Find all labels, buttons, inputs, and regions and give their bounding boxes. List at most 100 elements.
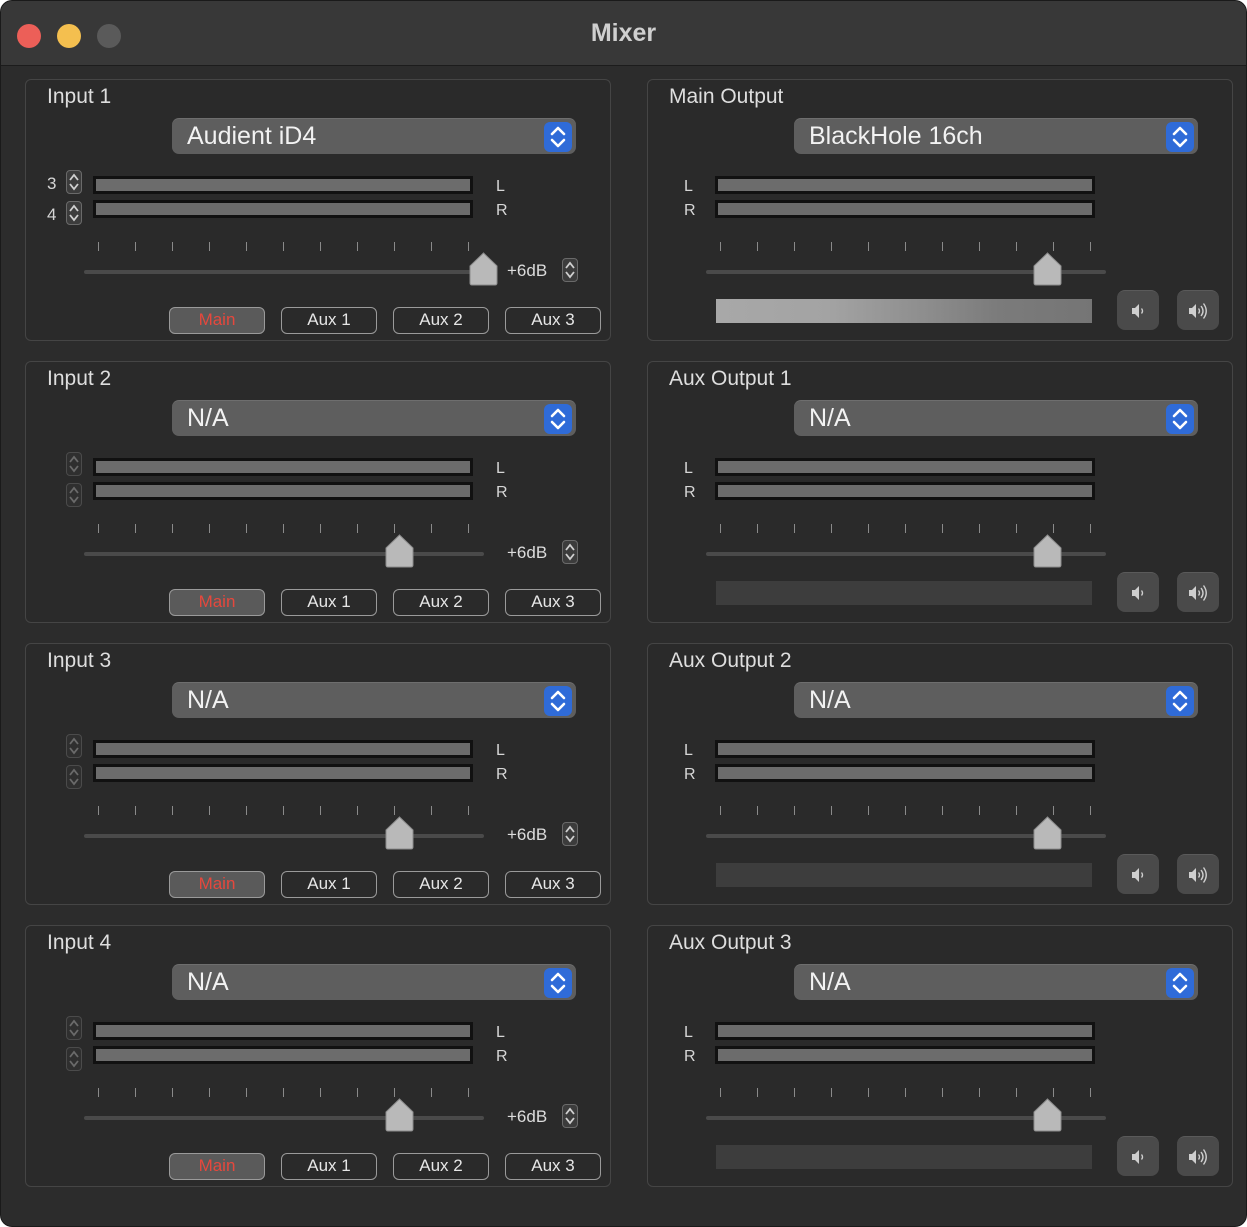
- volume-fader-knob[interactable]: [1032, 534, 1063, 568]
- right-channel-label: R: [496, 484, 508, 501]
- volume-fader-knob[interactable]: [1032, 816, 1063, 850]
- route-button-aux-2[interactable]: Aux 2: [393, 589, 489, 616]
- route-button-aux-3[interactable]: Aux 3: [505, 589, 601, 616]
- volume-fader-knob[interactable]: [1032, 252, 1063, 286]
- fader-tick: [1090, 806, 1091, 815]
- gain-fader-knob[interactable]: [384, 816, 415, 850]
- right-channel-stepper[interactable]: [66, 201, 82, 225]
- right-channel-stepper[interactable]: [66, 483, 82, 507]
- window-title: Mixer: [590, 19, 657, 47]
- fader-tick: [172, 242, 173, 251]
- gain-stepper[interactable]: [562, 822, 578, 846]
- output-level-bar: [716, 299, 1092, 323]
- fader-tick: [1016, 806, 1017, 815]
- route-button-aux-2[interactable]: Aux 2: [393, 307, 489, 334]
- output-title: Aux Output 2: [669, 649, 792, 672]
- output-device-select[interactable]: N/A: [794, 400, 1198, 436]
- left-level-meter: [715, 740, 1095, 758]
- volume-up-button[interactable]: [1177, 1136, 1219, 1176]
- gain-stepper[interactable]: [562, 1104, 578, 1128]
- route-button-aux-3[interactable]: Aux 3: [505, 871, 601, 898]
- fader-scale: [26, 1088, 612, 1098]
- fader-tick: [1016, 524, 1017, 533]
- fader-scale: [648, 242, 1234, 252]
- volume-down-button[interactable]: [1117, 1136, 1159, 1176]
- route-button-aux-1[interactable]: Aux 1: [281, 1153, 377, 1180]
- gain-fader-track[interactable]: [84, 1116, 484, 1120]
- output-level-bar: [716, 581, 1092, 605]
- route-button-aux-2[interactable]: Aux 2: [393, 871, 489, 898]
- route-button-main[interactable]: Main: [169, 307, 265, 334]
- fader-tick: [831, 806, 832, 815]
- output-device-select[interactable]: N/A: [794, 682, 1198, 718]
- volume-up-button[interactable]: [1177, 572, 1219, 612]
- route-button-aux-3[interactable]: Aux 3: [505, 307, 601, 334]
- input-panel: Input 1 Audient iD4 3 4 L R +6dB Main Aux…: [25, 79, 611, 341]
- fader-tick: [394, 1088, 395, 1097]
- route-button-aux-3[interactable]: Aux 3: [505, 1153, 601, 1180]
- gain-fader-track[interactable]: [84, 834, 484, 838]
- left-channel-stepper[interactable]: [66, 452, 82, 476]
- fader-scale: [648, 1088, 1234, 1098]
- gain-fader-track[interactable]: [84, 552, 484, 556]
- fader-tick: [320, 1088, 321, 1097]
- gain-stepper[interactable]: [562, 540, 578, 564]
- mixer-window: Mixer Input 1 Audient iD4 3 4 L R +6dB M…: [0, 0, 1247, 1227]
- gain-stepper[interactable]: [562, 258, 578, 282]
- output-device-select[interactable]: BlackHole 16ch: [794, 118, 1198, 154]
- fader-tick: [831, 1088, 832, 1097]
- fader-tick: [431, 806, 432, 815]
- route-button-aux-1[interactable]: Aux 1: [281, 307, 377, 334]
- fader-tick: [1090, 1088, 1091, 1097]
- up-down-chevron-icon: [1166, 686, 1194, 716]
- route-button-main[interactable]: Main: [169, 589, 265, 616]
- fader-tick: [720, 806, 721, 815]
- right-level-meter: [715, 1046, 1095, 1064]
- volume-up-button[interactable]: [1177, 290, 1219, 330]
- fader-scale: [648, 806, 1234, 816]
- fader-tick: [831, 524, 832, 533]
- left-channel-stepper[interactable]: [66, 734, 82, 758]
- left-channel-stepper[interactable]: [66, 170, 82, 194]
- input-device-select[interactable]: N/A: [172, 964, 576, 1000]
- fader-tick: [283, 1088, 284, 1097]
- input-device-select[interactable]: N/A: [172, 400, 576, 436]
- output-title: Aux Output 3: [669, 931, 792, 954]
- route-button-aux-1[interactable]: Aux 1: [281, 871, 377, 898]
- input-device-select[interactable]: N/A: [172, 682, 576, 718]
- route-button-main[interactable]: Main: [169, 1153, 265, 1180]
- route-button-aux-2[interactable]: Aux 2: [393, 1153, 489, 1180]
- left-channel-stepper[interactable]: [66, 1016, 82, 1040]
- gain-fader-knob[interactable]: [468, 252, 499, 286]
- fader-tick: [1016, 242, 1017, 251]
- gain-fader-track[interactable]: [84, 270, 484, 274]
- gain-fader-knob[interactable]: [384, 534, 415, 568]
- fader-tick: [794, 1088, 795, 1097]
- volume-fader-knob[interactable]: [1032, 1098, 1063, 1132]
- right-channel-label: R: [496, 766, 508, 783]
- gain-fader-knob[interactable]: [384, 1098, 415, 1132]
- right-level-meter: [715, 200, 1095, 218]
- title-bar: Mixer: [1, 1, 1246, 66]
- volume-up-button[interactable]: [1177, 854, 1219, 894]
- right-channel-stepper[interactable]: [66, 1047, 82, 1071]
- selected-device: N/A: [809, 404, 851, 432]
- fader-tick: [468, 242, 469, 251]
- output-panel: Aux Output 2 N/A L R: [647, 643, 1233, 905]
- fader-scale: [26, 524, 612, 534]
- volume-down-button[interactable]: [1117, 572, 1159, 612]
- left-level-meter: [93, 1022, 473, 1040]
- volume-down-button[interactable]: [1117, 290, 1159, 330]
- route-button-aux-1[interactable]: Aux 1: [281, 589, 377, 616]
- right-channel-label: R: [684, 484, 696, 501]
- fader-tick: [98, 1088, 99, 1097]
- route-button-main[interactable]: Main: [169, 871, 265, 898]
- fader-scale: [648, 524, 1234, 534]
- output-device-select[interactable]: N/A: [794, 964, 1198, 1000]
- right-channel-stepper[interactable]: [66, 765, 82, 789]
- output-panel: Aux Output 1 N/A L R: [647, 361, 1233, 623]
- input-device-select[interactable]: Audient iD4: [172, 118, 576, 154]
- volume-down-button[interactable]: [1117, 854, 1159, 894]
- selected-device: N/A: [187, 686, 229, 714]
- fader-tick: [320, 524, 321, 533]
